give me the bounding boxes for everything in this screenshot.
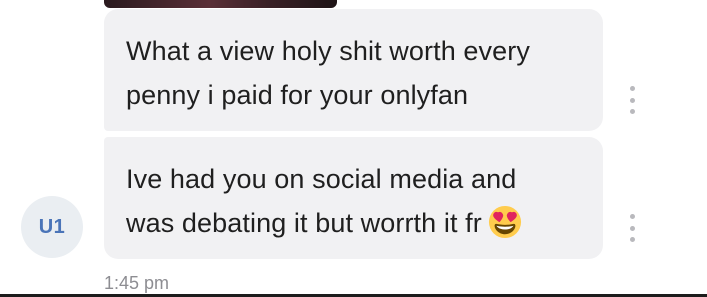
message-text-line: penny i paid for your onlyfan xyxy=(126,80,469,110)
message-bubble[interactable]: What a view holy shit worth every penny … xyxy=(104,9,603,131)
message-bubble[interactable]: Ive had you on social media and was deba… xyxy=(104,137,603,259)
more-vertical-icon[interactable] xyxy=(625,86,639,114)
avatar[interactable]: U1 xyxy=(21,196,83,258)
heart-eyes-emoji-icon xyxy=(488,205,521,238)
message-text-line: was debating it but worrth it fr xyxy=(126,201,581,245)
message-timestamp: 1:45 pm xyxy=(104,273,170,293)
message-text-line: Ive had you on social media and xyxy=(126,164,517,194)
more-vertical-icon[interactable] xyxy=(625,214,639,242)
chat-thread: What a view holy shit worth every penny … xyxy=(0,0,707,297)
previous-image-message[interactable] xyxy=(104,0,337,8)
message-text-line: What a view holy shit worth every xyxy=(126,36,530,66)
message-text: was debating it but worrth it fr xyxy=(126,208,482,238)
